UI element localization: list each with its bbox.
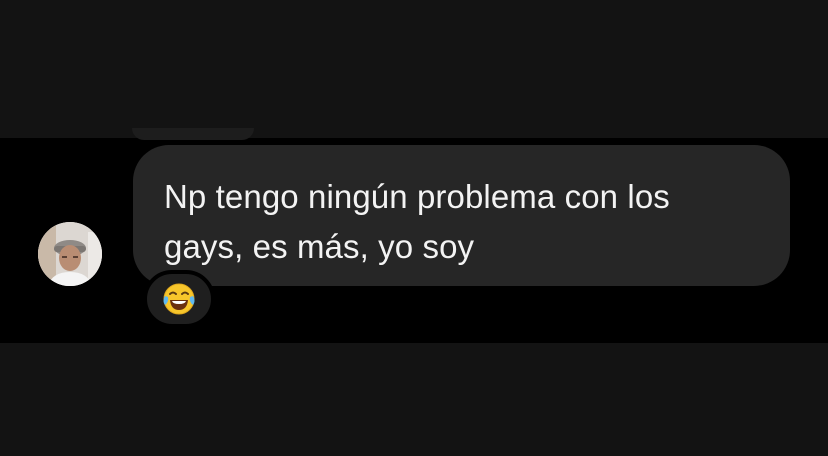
- message-reaction[interactable]: [143, 270, 215, 328]
- received-message-bubble[interactable]: Np tengo ningún problema con los gays, e…: [133, 145, 790, 286]
- previous-message-bubble-edge: [132, 128, 254, 140]
- avatar-photo-icon: [38, 222, 102, 286]
- chat-area-bottom: [0, 343, 828, 456]
- message-text: Np tengo ningún problema con los gays, e…: [164, 178, 670, 265]
- sender-avatar[interactable]: [38, 222, 102, 286]
- laughing-tears-emoji-icon: [163, 283, 195, 315]
- chat-area-top: [0, 0, 828, 138]
